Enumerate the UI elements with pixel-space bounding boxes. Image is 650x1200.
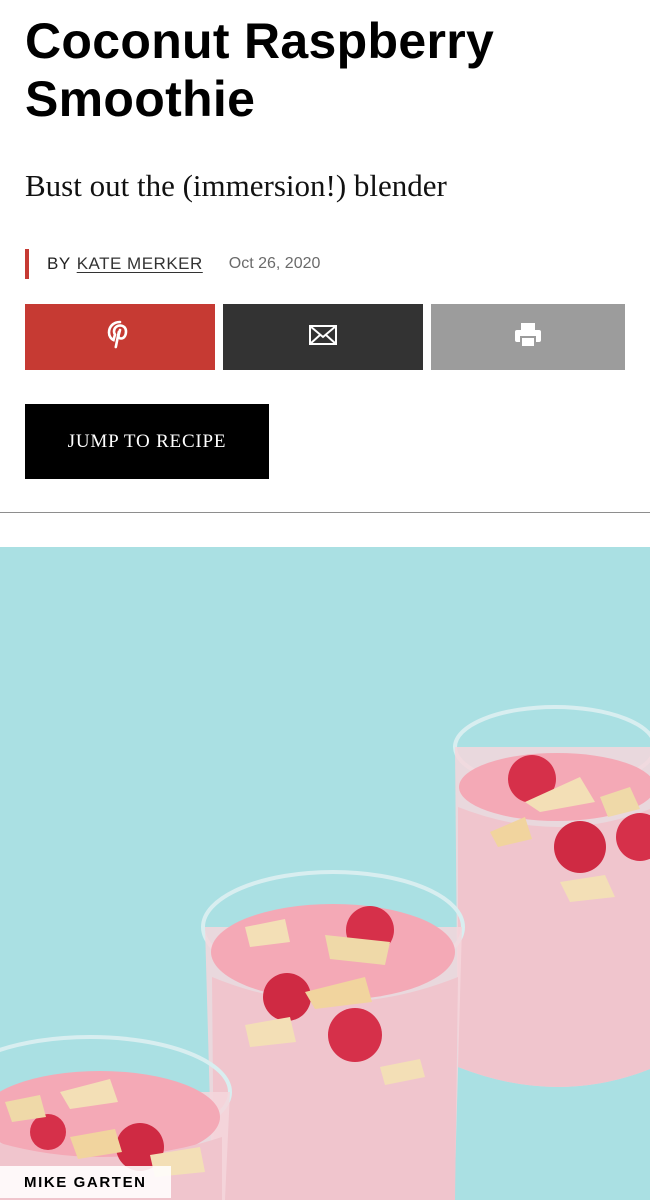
header-divider (0, 512, 650, 513)
jump-to-recipe-button[interactable]: JUMP TO RECIPE (25, 404, 269, 479)
printer-icon (513, 321, 543, 354)
author-link[interactable]: KATE MERKER (77, 254, 203, 274)
article-dek: Bust out the (immersion!) blender (25, 168, 447, 203)
smoothie-glasses-photo (0, 547, 650, 1200)
hero-image: MIKE GARTEN (0, 547, 650, 1200)
photo-credit: MIKE GARTEN (0, 1166, 171, 1198)
share-bar (25, 304, 625, 370)
byline-prefix: BY (47, 254, 71, 273)
pinterest-icon (107, 320, 133, 355)
pinterest-share-button[interactable] (25, 304, 215, 370)
print-button[interactable] (431, 304, 625, 370)
publish-date: Oct 26, 2020 (228, 255, 321, 272)
byline: BY KATE MERKER Oct 26, 2020 (25, 249, 525, 279)
article-header: Coconut Raspberry Smoothie Bust out the … (0, 0, 650, 513)
envelope-icon (308, 324, 338, 351)
page-title: Coconut Raspberry Smoothie (25, 13, 495, 127)
byline-accent-bar (25, 249, 29, 279)
email-share-button[interactable] (223, 304, 423, 370)
